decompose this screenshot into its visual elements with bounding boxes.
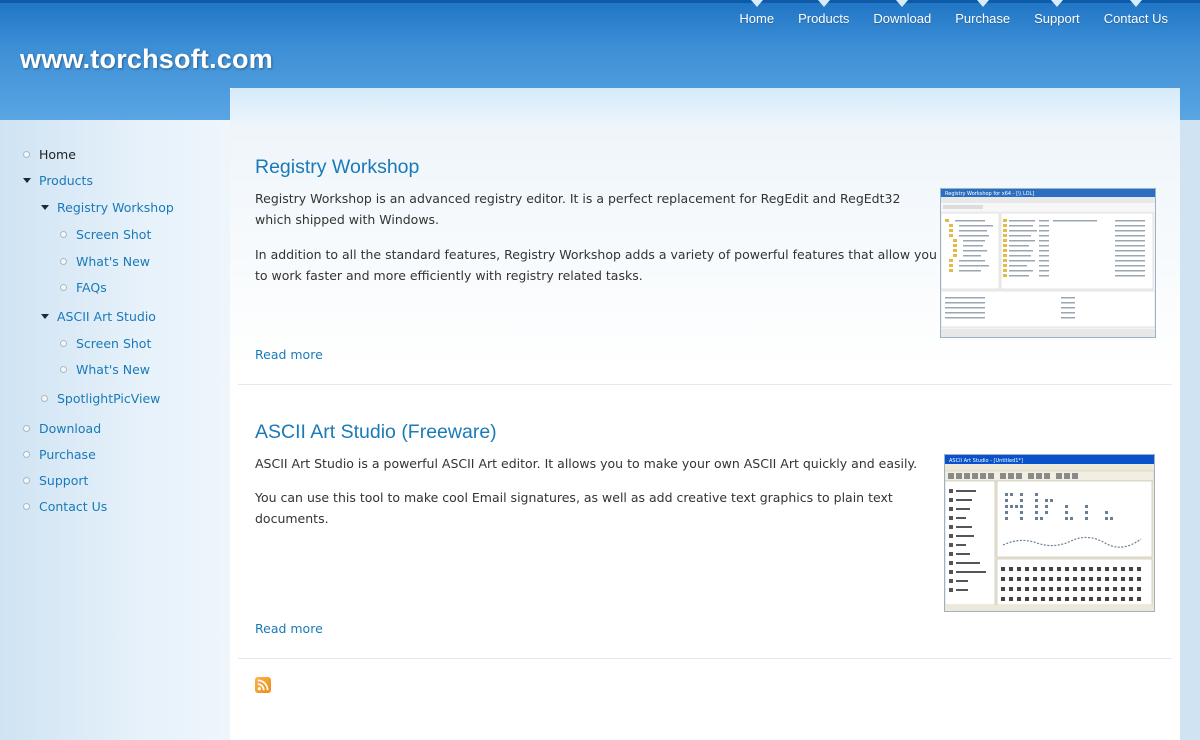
sidebar-item-support[interactable]: Support xyxy=(23,473,88,488)
bullet-icon xyxy=(60,258,67,265)
sidebar-item-aas-whatsnew[interactable]: What's New xyxy=(60,362,150,377)
bullet-icon xyxy=(23,425,30,432)
main-content: Registry Workshop Registry Workshop is a… xyxy=(230,88,1180,740)
bullet-icon xyxy=(23,151,30,158)
registry-workshop-screenshot-image: Registry Workshop for x64 - [\\ LOL] xyxy=(941,189,1155,337)
article-divider xyxy=(238,658,1172,659)
nav-notch-icon xyxy=(817,0,830,7)
sidebar-item-home[interactable]: Home xyxy=(23,147,76,162)
read-more-link[interactable]: Read more xyxy=(255,347,323,362)
main-content-body: Registry Workshop Registry Workshop is a… xyxy=(230,122,1180,740)
bullet-icon xyxy=(60,366,67,373)
nav-home-label: Home xyxy=(739,11,775,26)
bullet-icon xyxy=(60,231,67,238)
nav-support-label: Support xyxy=(1034,11,1080,26)
article-paragraph: You can use this tool to make cool Email… xyxy=(255,490,893,526)
sidebar-item-label: Support xyxy=(39,473,89,488)
sidebar-item-label: FAQs xyxy=(76,280,107,295)
bullet-icon xyxy=(23,451,30,458)
nav-download-label: Download xyxy=(873,11,932,26)
rss-icon[interactable] xyxy=(255,677,271,693)
sidebar-item-label: Contact Us xyxy=(39,499,108,514)
sidebar-item-label: Registry Workshop xyxy=(57,200,174,215)
main-content-header-band xyxy=(230,88,1180,122)
sidebar-item-purchase[interactable]: Purchase xyxy=(23,447,96,462)
nav-notch-icon xyxy=(750,0,763,7)
nav-notch-icon xyxy=(976,0,989,7)
nav-contact-label: Contact Us xyxy=(1103,11,1168,26)
sidebar-item-label: What's New xyxy=(76,362,151,377)
expanded-triangle-icon xyxy=(41,314,49,319)
sidebar-item-label: Purchase xyxy=(39,447,96,462)
top-navigation: Home Products Download Purchase Support … xyxy=(727,0,1180,36)
ascii-art-studio-thumbnail[interactable]: ASCII Art Studio - [Untitled1*] xyxy=(944,454,1155,612)
sidebar-item-label: ASCII Art Studio xyxy=(57,309,156,324)
sidebar-item-label: Products xyxy=(39,173,93,188)
article-paragraph: ASCII Art Studio is a powerful ASCII Art… xyxy=(255,456,918,471)
sidebar-item-spotlightpicview[interactable]: SpotlightPicView xyxy=(41,391,160,406)
article-paragraph: Registry Workshop is an advanced registr… xyxy=(255,191,901,227)
registry-workshop-thumbnail[interactable]: Registry Workshop for x64 - [\\ LOL] xyxy=(940,188,1156,338)
sidebar-item-rw-faqs[interactable]: FAQs xyxy=(60,280,107,295)
sidebar-item-label: What's New xyxy=(76,254,151,269)
article-divider xyxy=(238,384,1172,385)
nav-notch-icon xyxy=(1050,0,1063,7)
sidebar-item-contact[interactable]: Contact Us xyxy=(23,499,107,514)
site-title[interactable]: www.torchsoft.com xyxy=(20,44,273,75)
bullet-icon xyxy=(60,340,67,347)
nav-notch-icon xyxy=(896,0,909,7)
sidebar-item-label: Home xyxy=(39,147,76,162)
bullet-icon xyxy=(41,395,48,402)
sidebar-item-ascii-art-studio[interactable]: ASCII Art Studio xyxy=(41,309,156,324)
thumb-window-title: ASCII Art Studio - [Untitled1*] xyxy=(949,458,1023,464)
sidebar-item-registry-workshop[interactable]: Registry Workshop xyxy=(41,200,174,215)
nav-download[interactable]: Download xyxy=(861,0,943,36)
sidebar-item-label: Screen Shot xyxy=(76,336,152,351)
nav-purchase[interactable]: Purchase xyxy=(943,0,1022,36)
bullet-icon xyxy=(60,284,67,291)
bullet-icon xyxy=(23,477,30,484)
nav-home[interactable]: Home xyxy=(727,0,786,36)
nav-contact[interactable]: Contact Us xyxy=(1092,0,1180,36)
article-paragraph: In addition to all the standard features… xyxy=(255,247,937,283)
sidebar-item-label: Download xyxy=(39,421,102,436)
sidebar-item-download[interactable]: Download xyxy=(23,421,101,436)
nav-products[interactable]: Products xyxy=(786,0,861,36)
rss-glyph xyxy=(257,679,269,691)
nav-purchase-label: Purchase xyxy=(955,11,1011,26)
expanded-triangle-icon xyxy=(41,205,49,210)
sidebar-item-rw-whatsnew[interactable]: What's New xyxy=(60,254,150,269)
sidebar-item-rw-screenshot[interactable]: Screen Shot xyxy=(60,227,151,242)
sidebar-item-label: SpotlightPicView xyxy=(57,391,161,406)
sidebar-item-label: Screen Shot xyxy=(76,227,152,242)
nav-products-label: Products xyxy=(798,11,850,26)
nav-support[interactable]: Support xyxy=(1022,0,1092,36)
sidebar: Home Products Registry Workshop Screen S… xyxy=(0,120,230,740)
expanded-triangle-icon xyxy=(23,178,31,183)
sidebar-item-aas-screenshot[interactable]: Screen Shot xyxy=(60,336,151,351)
article-title[interactable]: Registry Workshop xyxy=(255,156,1155,179)
thumb-window-title: Registry Workshop for x64 - [\\ LOL] xyxy=(945,191,1034,197)
article-title[interactable]: ASCII Art Studio (Freeware) xyxy=(255,421,1155,444)
read-more-link[interactable]: Read more xyxy=(255,621,323,636)
nav-notch-icon xyxy=(1129,0,1142,7)
ascii-art-studio-screenshot-image: ASCII Art Studio - [Untitled1*] xyxy=(945,455,1154,611)
bullet-icon xyxy=(23,503,30,510)
sidebar-item-products[interactable]: Products xyxy=(23,173,93,188)
